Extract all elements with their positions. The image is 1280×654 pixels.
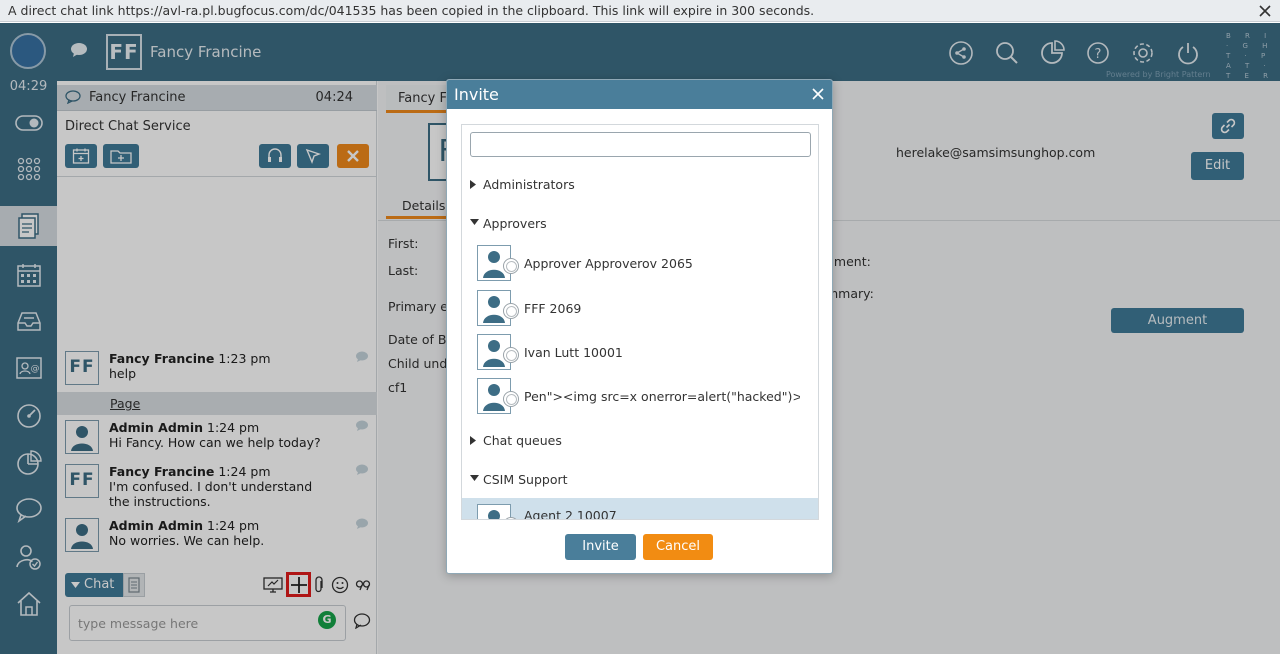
expand-arrow-icon — [470, 436, 476, 445]
collapse-arrow-icon — [470, 475, 479, 481]
invite-dialog: Invite Administrators Approvers Approver… — [446, 79, 833, 574]
invite-search-input[interactable] — [470, 132, 811, 157]
person-name: Approver Approverov 2065 — [524, 256, 693, 271]
clipboard-notification: A direct chat link https://avl-ra.pl.bug… — [0, 0, 1280, 22]
collapse-arrow-icon — [470, 219, 479, 225]
invite-list[interactable]: Administrators Approvers Approver Approv… — [461, 124, 819, 520]
invite-person-item[interactable]: Ivan Lutt 10001 — [462, 334, 818, 372]
status-indicator-icon — [503, 391, 519, 407]
close-notification-icon[interactable] — [1256, 2, 1274, 20]
status-indicator-icon — [503, 258, 519, 274]
group-chat-queues[interactable]: Chat queues — [462, 431, 818, 451]
person-name: Agent 2 10007 — [524, 508, 617, 520]
invite-person-item[interactable]: Approver Approverov 2065 — [462, 245, 818, 283]
invite-person-item[interactable]: Pen"><img src=x onerror=alert("hacked")>… — [462, 378, 818, 416]
group-administrators[interactable]: Administrators — [462, 175, 818, 195]
cancel-button[interactable]: Cancel — [643, 534, 713, 560]
expand-arrow-icon — [470, 180, 476, 189]
status-indicator-icon — [503, 347, 519, 363]
invite-button[interactable]: Invite — [565, 534, 636, 560]
status-indicator-icon — [503, 303, 519, 319]
person-name: Pen"><img src=x onerror=alert("hacked")>… — [524, 389, 800, 404]
group-approvers[interactable]: Approvers — [462, 214, 818, 234]
group-csim-support[interactable]: CSIM Support — [462, 470, 818, 490]
close-dialog-icon[interactable] — [810, 86, 826, 102]
dialog-title: Invite — [447, 80, 832, 109]
person-name: Ivan Lutt 10001 — [524, 345, 623, 360]
invite-person-item[interactable]: FFF 2069 — [462, 290, 818, 328]
person-name: FFF 2069 — [524, 301, 582, 316]
invite-person-item-selected[interactable]: Agent 2 10007 — [462, 498, 818, 520]
notification-text: A direct chat link https://avl-ra.pl.bug… — [8, 3, 815, 18]
